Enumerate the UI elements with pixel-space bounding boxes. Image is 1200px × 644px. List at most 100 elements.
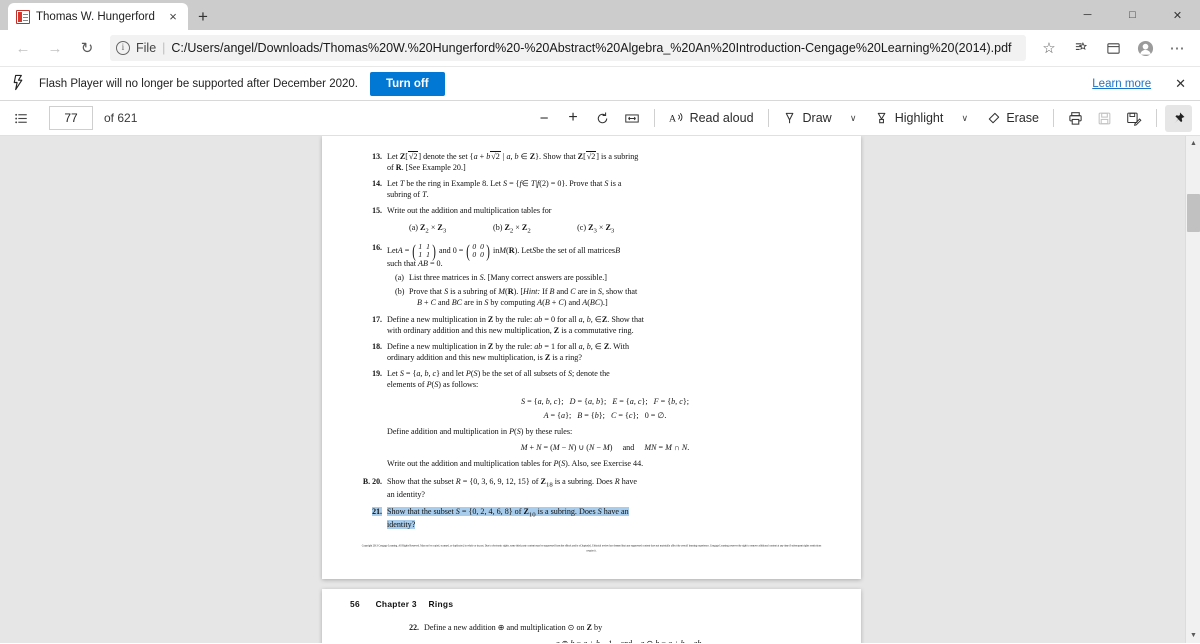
part-text: Prove that S is a subring of M(R). [Hint… bbox=[409, 286, 638, 307]
print-button[interactable] bbox=[1062, 105, 1089, 132]
copyright-notice: Copyright 2013 Cengage Learning. All Rig… bbox=[361, 544, 822, 553]
rules-intro: Define addition and multiplication in P(… bbox=[387, 427, 573, 437]
pdf-page-content: 13. Let Z[√2] denote the set {a + b√2 | … bbox=[360, 151, 823, 553]
exercise-number: 21. bbox=[372, 506, 382, 516]
forward-icon[interactable]: → bbox=[40, 33, 70, 63]
back-icon[interactable]: ← bbox=[8, 33, 38, 63]
exercise-body: Define a new multiplication in Z by the … bbox=[387, 315, 644, 336]
pen-icon bbox=[785, 112, 793, 123]
toolbar-separator-2 bbox=[767, 109, 769, 127]
save-button[interactable] bbox=[1091, 105, 1118, 132]
save-as-button[interactable] bbox=[1120, 105, 1148, 132]
exercise-15-part-c: (c) Z3 × Z3 bbox=[577, 222, 615, 235]
exercise-body-highlighted: Show that the subset S = {0, 2, 4, 6, 8}… bbox=[387, 506, 629, 530]
exercise-number: 18. bbox=[372, 342, 382, 352]
tab-title: Thomas W. Hungerford - Abstra bbox=[36, 10, 158, 23]
draw-button[interactable]: Draw bbox=[777, 105, 838, 132]
browser-tab[interactable]: Thomas W. Hungerford - Abstra × bbox=[8, 3, 188, 30]
minimize-button[interactable]: ─ bbox=[1065, 0, 1110, 30]
scrollbar-thumb[interactable] bbox=[1187, 194, 1200, 232]
highlight-button[interactable]: Highlight bbox=[869, 105, 950, 132]
pin-toolbar-button[interactable] bbox=[1165, 104, 1192, 132]
read-aloud-icon: A bbox=[669, 113, 682, 125]
exercise-22-formula: a ⊕ b = a + b − 1 and a ⊙ b = a + b − ab bbox=[424, 639, 833, 643]
toolbar-separator-3 bbox=[1053, 109, 1054, 127]
pdf-viewer[interactable]: 13. Let Z[√2] denote the set {a + b√2 | … bbox=[0, 136, 1200, 643]
running-head-chapter: Chapter 3 bbox=[375, 599, 417, 609]
read-aloud-button[interactable]: A Read aloud bbox=[663, 105, 760, 132]
viewer-scrollbar[interactable]: ▲ ▼ bbox=[1185, 136, 1200, 643]
highlight-options-chevron-down-icon[interactable]: ∨ bbox=[951, 105, 978, 132]
erase-button[interactable]: Erase bbox=[980, 105, 1045, 132]
rotate-icon[interactable] bbox=[589, 105, 616, 132]
scroll-up-icon[interactable]: ▲ bbox=[1186, 136, 1200, 151]
exercise-body: Define a new addition ⊕ and multiplicati… bbox=[424, 623, 833, 643]
exercise-body: Let Z[√2] denote the set {a + b√2 | a, b… bbox=[387, 151, 639, 172]
exercise-number: 19. bbox=[372, 369, 382, 379]
close-window-button[interactable]: ✕ bbox=[1155, 0, 1200, 30]
apps-glyph bbox=[1106, 42, 1120, 54]
part-label: (b) bbox=[395, 286, 405, 296]
page-number-input[interactable]: 77 bbox=[49, 106, 93, 130]
learn-more-link[interactable]: Learn more bbox=[1092, 78, 1151, 90]
file-scheme-label: File bbox=[136, 41, 157, 55]
turn-off-flash-button[interactable]: Turn off bbox=[369, 71, 445, 96]
exercise-22: 22. Define a new addition ⊕ and multipli… bbox=[350, 623, 833, 643]
new-tab-button[interactable]: + bbox=[194, 7, 212, 26]
omnibox-divider: | bbox=[162, 41, 166, 55]
exercise-15-part-a: (a) Z2 × Z3 bbox=[409, 222, 447, 235]
flash-notification-bar: Flash Player will no longer be supported… bbox=[0, 67, 1200, 101]
save-as-icon bbox=[1127, 112, 1142, 126]
apps-icon[interactable] bbox=[1098, 33, 1128, 63]
erase-label: Erase bbox=[1006, 111, 1039, 125]
read-aloud-label: Read aloud bbox=[689, 111, 754, 125]
browser-navigation-bar: ← → ↻ i File | C:/Users/angel/Downloads/… bbox=[0, 30, 1200, 67]
highlighter-icon bbox=[877, 112, 886, 123]
set-definitions-line-1: S = {a, b, c}; D = {a, b}; E = {a, c}; F… bbox=[521, 396, 689, 406]
exercise-number: 13. bbox=[372, 152, 382, 161]
exercise-14: 14. Let T be the ring in Example 8. Let … bbox=[360, 179, 823, 201]
collections-glyph bbox=[1075, 41, 1087, 50]
exercise-number: B. 20. bbox=[362, 476, 382, 486]
draw-label: Draw bbox=[802, 111, 832, 125]
table-of-contents-icon[interactable] bbox=[8, 105, 35, 132]
address-bar[interactable]: i File | C:/Users/angel/Downloads/Thomas… bbox=[110, 35, 1026, 61]
total-pages-label: of 621 bbox=[104, 111, 138, 125]
tab-close-icon[interactable]: × bbox=[164, 8, 182, 26]
scroll-down-icon[interactable]: ▼ bbox=[1186, 628, 1200, 643]
zoom-out-button[interactable]: − bbox=[531, 105, 558, 132]
flash-notification-message: Flash Player will no longer be supported… bbox=[39, 77, 358, 90]
draw-options-chevron-down-icon[interactable]: ∨ bbox=[840, 105, 867, 132]
info-icon: i bbox=[116, 41, 130, 55]
flash-player-icon bbox=[10, 74, 27, 94]
running-head-title: Rings bbox=[428, 599, 454, 609]
exercise-19: 19. Let S = {a, b, c} and let P(S) be th… bbox=[360, 369, 823, 469]
zoom-in-button[interactable]: + bbox=[560, 105, 587, 132]
exercise-16-part-b: (b) Prove that S is a subring of M(R). [… bbox=[387, 287, 823, 309]
pdf-page-55: 13. Let Z[√2] denote the set {a + b√2 | … bbox=[322, 136, 861, 579]
part-label: (a) bbox=[395, 273, 404, 283]
save-icon bbox=[1098, 112, 1111, 124]
exercise-body: Let T be the ring in Example 8. Let S = … bbox=[387, 179, 622, 199]
collections-icon[interactable] bbox=[1066, 33, 1096, 63]
pdf-file-icon bbox=[16, 9, 30, 24]
exercise-number: 16. bbox=[372, 243, 382, 253]
eraser-icon bbox=[989, 112, 1000, 123]
more-settings-icon[interactable]: ⋯ bbox=[1162, 33, 1192, 63]
profile-avatar[interactable] bbox=[1130, 33, 1160, 63]
highlight-label: Highlight bbox=[894, 111, 944, 125]
exercise-body: Write out the addition and multiplicatio… bbox=[387, 206, 615, 235]
refresh-icon[interactable]: ↻ bbox=[72, 33, 102, 63]
pin-icon bbox=[1174, 112, 1185, 123]
address-bar-url: C:/Users/angel/Downloads/Thomas%20W.%20H… bbox=[171, 41, 1012, 55]
exercise-16-part-a: (a) List three matrices in S. [Many corr… bbox=[387, 273, 823, 284]
exercise-16: 16. Let A = (1 1 1 1) and 0 = (0 0 0 0) in M(R… bbox=[360, 242, 823, 309]
favorite-star-icon[interactable]: ☆ bbox=[1034, 33, 1064, 63]
close-notification-icon[interactable]: ✕ bbox=[1163, 76, 1190, 92]
fit-page-icon[interactable] bbox=[618, 105, 646, 132]
exercise-17: 17. Define a new multiplication in Z by … bbox=[360, 315, 823, 337]
exercise-18: 18. Define a new multiplication in Z by … bbox=[360, 342, 823, 364]
part-text: List three matrices in S. [Many correct … bbox=[409, 273, 608, 283]
exercise-number: 14. bbox=[372, 179, 382, 188]
maximize-button[interactable]: □ bbox=[1110, 0, 1155, 30]
